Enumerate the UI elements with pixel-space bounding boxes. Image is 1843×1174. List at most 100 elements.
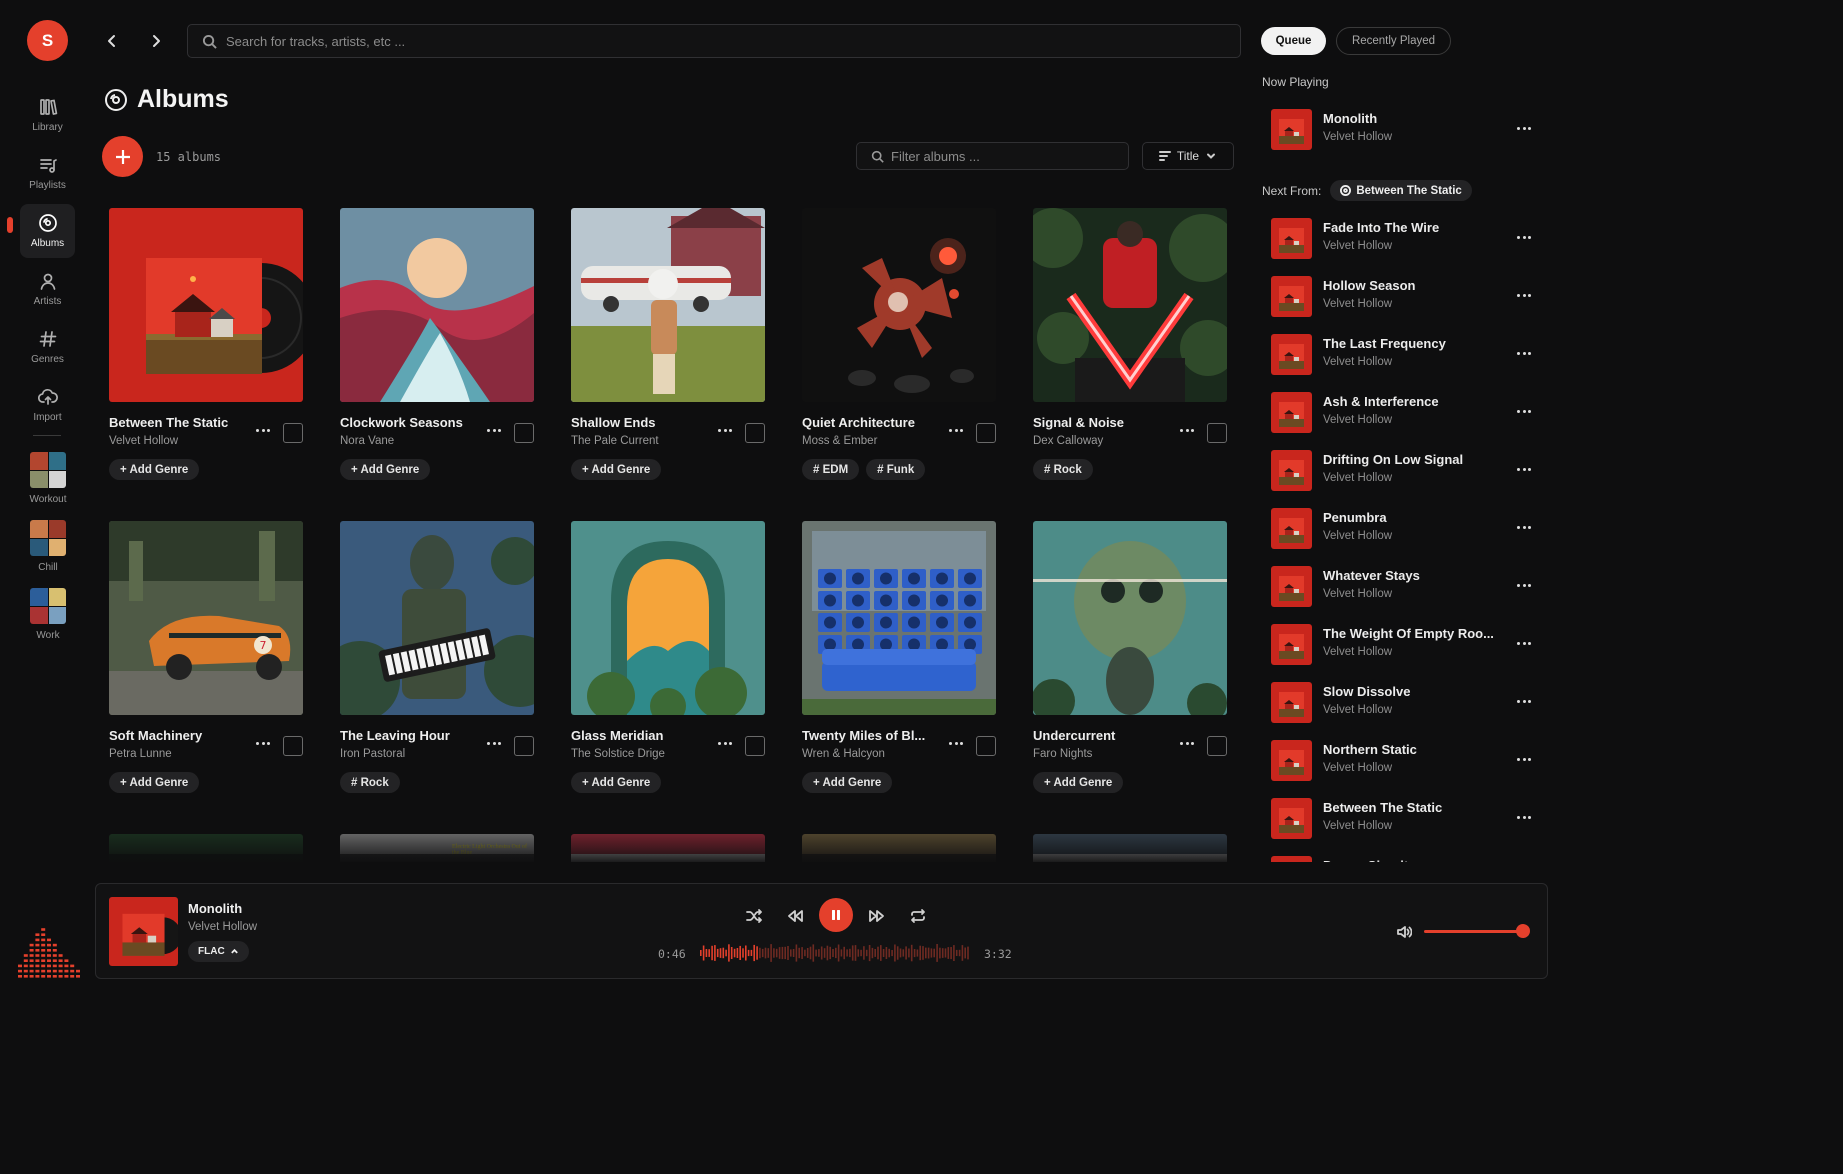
queue-item[interactable]: Whatever Stays Velvet Hollow (1271, 564, 1541, 608)
album-title[interactable]: Soft Machinery (109, 728, 249, 743)
more-options-button[interactable] (1514, 811, 1534, 823)
album-more-button[interactable] (715, 736, 735, 750)
repeat-button[interactable] (906, 904, 930, 928)
genre-tag[interactable]: # Rock (340, 772, 400, 793)
album-select-checkbox[interactable] (1207, 736, 1227, 756)
album-artist[interactable]: The Solstice Drige (571, 748, 665, 760)
album-cover[interactable] (340, 521, 534, 715)
volume-slider[interactable] (1424, 930, 1523, 933)
album-card[interactable]: The Leaving Hour Iron Pastoral # Rock (340, 521, 571, 793)
album-card[interactable]: 7 Soft Machinery Petra Lunne + Add Genre (109, 521, 340, 793)
album-artist[interactable]: Wren & Halcyon (802, 748, 885, 760)
album-cover[interactable] (1033, 521, 1227, 715)
album-title[interactable]: Between The Static (109, 415, 249, 430)
album-select-checkbox[interactable] (976, 423, 996, 443)
album-artist[interactable]: Moss & Ember (802, 435, 877, 447)
album-cover[interactable] (802, 521, 996, 715)
album-select-checkbox[interactable] (976, 736, 996, 756)
album-artist[interactable]: Nora Vane (340, 435, 394, 447)
album-cover[interactable] (802, 208, 996, 402)
queue-item[interactable]: Ash & Interference Velvet Hollow (1271, 390, 1541, 434)
more-options-button[interactable] (1514, 347, 1534, 359)
album-artist[interactable]: Velvet Hollow (109, 435, 178, 447)
album-card[interactable]: Undercurrent Faro Nights + Add Genre (1033, 521, 1250, 793)
queue-item[interactable]: Dream Circuit Velvet Hollow (1271, 854, 1541, 862)
add-genre-button[interactable]: + Add Genre (571, 772, 662, 793)
album-title[interactable]: Clockwork Seasons (340, 415, 480, 430)
album-artist[interactable]: Petra Lunne (109, 748, 172, 760)
album-select-checkbox[interactable] (745, 423, 765, 443)
album-cover[interactable] (571, 521, 765, 715)
album-card[interactable]: Glass Meridian The Solstice Drige + Add … (571, 521, 802, 793)
queue-item[interactable]: Hollow Season Velvet Hollow (1271, 274, 1541, 318)
add-genre-button[interactable]: + Add Genre (571, 459, 662, 480)
mute-button[interactable] (1394, 922, 1414, 942)
queue-item[interactable]: Penumbra Velvet Hollow (1271, 506, 1541, 550)
album-cover[interactable]: 7 (109, 521, 303, 715)
album-more-button[interactable] (253, 423, 273, 437)
format-badge[interactable]: FLAC (188, 941, 249, 962)
queue-item[interactable]: Northern Static Velvet Hollow (1271, 738, 1541, 782)
album-artist[interactable]: Faro Nights (1033, 748, 1092, 760)
tab-recently-played[interactable]: Recently Played (1336, 27, 1451, 55)
add-genre-button[interactable]: + Add Genre (1033, 772, 1124, 793)
add-genre-button[interactable]: + Add Genre (109, 772, 200, 793)
album-artist[interactable]: Dex Calloway (1033, 435, 1103, 447)
player-track-artist[interactable]: Velvet Hollow (188, 921, 257, 933)
add-genre-button[interactable]: + Add Genre (109, 459, 200, 480)
next-from-album-chip[interactable]: Between The Static (1330, 180, 1472, 201)
genre-tag[interactable]: # Rock (1033, 459, 1093, 480)
more-options-button[interactable] (1514, 405, 1534, 417)
shuffle-button[interactable] (742, 904, 766, 928)
album-more-button[interactable] (715, 423, 735, 437)
album-more-button[interactable] (484, 423, 504, 437)
album-select-checkbox[interactable] (1207, 423, 1227, 443)
genre-tag[interactable]: # EDM (802, 459, 860, 480)
album-card[interactable]: Between The Static Velvet Hollow + Add G… (109, 208, 340, 480)
album-card[interactable]: Clockwork Seasons Nora Vane + Add Genre (340, 208, 571, 480)
album-card[interactable]: Shallow Ends The Pale Current + Add Genr… (571, 208, 802, 480)
volume-slider-handle[interactable] (1515, 924, 1530, 938)
more-options-button[interactable] (1514, 637, 1534, 649)
player-track-title[interactable]: Monolith (188, 901, 242, 916)
queue-item[interactable]: Slow Dissolve Velvet Hollow (1271, 680, 1541, 724)
album-title[interactable]: Quiet Architecture (802, 415, 942, 430)
album-cover[interactable] (571, 208, 765, 402)
album-title[interactable]: Shallow Ends (571, 415, 711, 430)
album-more-button[interactable] (253, 736, 273, 750)
now-playing-item[interactable]: Monolith Velvet Hollow (1271, 107, 1541, 151)
album-select-checkbox[interactable] (283, 423, 303, 443)
album-cover[interactable] (109, 208, 303, 402)
more-options-button[interactable] (1514, 579, 1534, 591)
more-options-button[interactable] (1514, 521, 1534, 533)
album-title[interactable]: Glass Meridian (571, 728, 711, 743)
queue-item[interactable]: The Weight Of Empty Roo... Velvet Hollow (1271, 622, 1541, 666)
queue-item[interactable]: Drifting On Low Signal Velvet Hollow (1271, 448, 1541, 492)
player-cover[interactable] (109, 897, 178, 966)
album-more-button[interactable] (484, 736, 504, 750)
album-title[interactable]: Undercurrent (1033, 728, 1173, 743)
more-options-button[interactable] (1514, 231, 1534, 243)
queue-item[interactable]: The Last Frequency Velvet Hollow (1271, 332, 1541, 376)
album-more-button[interactable] (946, 423, 966, 437)
add-genre-button[interactable]: + Add Genre (340, 459, 431, 480)
album-select-checkbox[interactable] (514, 423, 534, 443)
add-genre-button[interactable]: + Add Genre (802, 772, 893, 793)
more-options-button[interactable] (1514, 122, 1534, 134)
queue-item[interactable]: Between The Static Velvet Hollow (1271, 796, 1541, 840)
album-more-button[interactable] (1177, 736, 1197, 750)
pause-button[interactable] (819, 898, 853, 932)
album-more-button[interactable] (946, 736, 966, 750)
tab-queue[interactable]: Queue (1261, 27, 1326, 55)
next-button[interactable] (865, 904, 889, 928)
more-options-button[interactable] (1514, 289, 1534, 301)
album-select-checkbox[interactable] (745, 736, 765, 756)
album-select-checkbox[interactable] (283, 736, 303, 756)
album-card[interactable]: Signal & Noise Dex Calloway # Rock (1033, 208, 1250, 480)
album-cover[interactable] (340, 208, 534, 402)
album-title[interactable]: The Leaving Hour (340, 728, 480, 743)
album-card[interactable]: Quiet Architecture Moss & Ember # EDM # F… (802, 208, 1033, 480)
waveform-scrubber[interactable] (700, 942, 970, 964)
more-options-button[interactable] (1514, 695, 1534, 707)
album-card[interactable]: Twenty Miles of Bl... Wren & Halcyon + A… (802, 521, 1033, 793)
